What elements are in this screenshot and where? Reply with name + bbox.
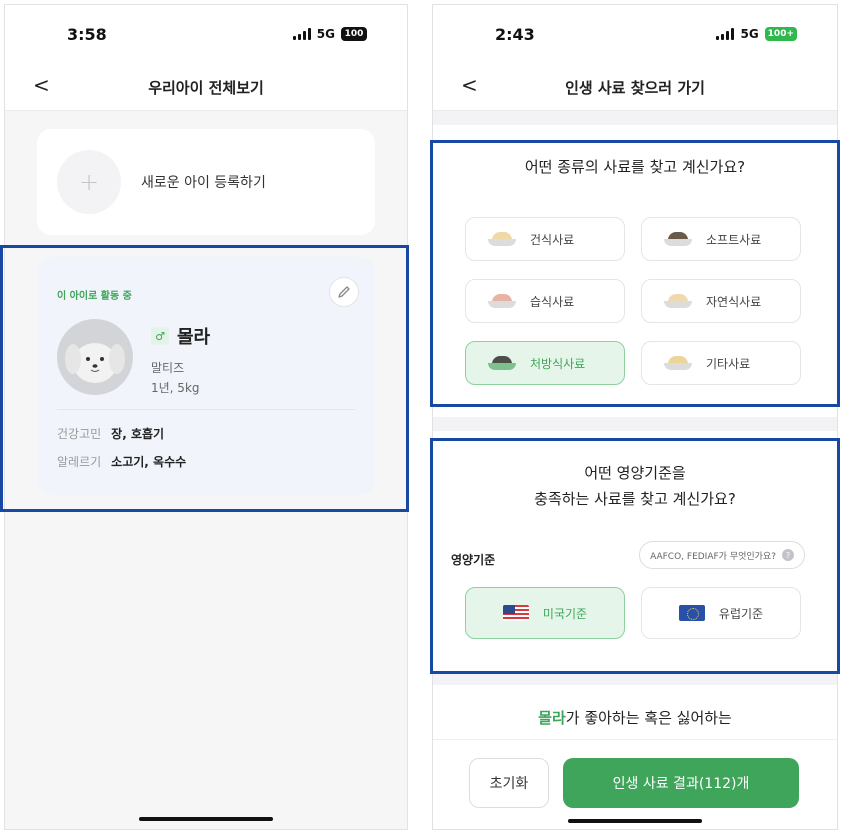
reset-button[interactable]: 초기화 xyxy=(469,758,549,808)
health-row: 건강고민 장, 호흡기 xyxy=(57,425,164,442)
plus-icon: + xyxy=(57,150,121,214)
divider xyxy=(57,409,355,410)
food-type-label: 자연식사료 xyxy=(706,294,762,309)
food-type-label: 소프트사료 xyxy=(706,232,762,247)
eu-standard-button[interactable]: 유럽기준 xyxy=(641,587,801,639)
dog-avatar xyxy=(57,319,133,395)
nutrition-question-line1: 어떤 영양기준을 xyxy=(584,464,686,482)
us-standard-button[interactable]: 미국기준 xyxy=(465,587,625,639)
male-gender-icon: ♂ xyxy=(151,327,169,345)
food-type-option[interactable]: 자연식사료 xyxy=(641,279,801,323)
us-standard-label: 미국기준 xyxy=(542,606,588,621)
battery-icon: 100+ xyxy=(764,27,797,41)
nav-bar: < 인생 사료 찾으러 가기 xyxy=(433,61,837,111)
help-text: AAFCO, FEDIAF가 무엇인가요? xyxy=(650,551,776,562)
food-type-label: 처방식사료 xyxy=(530,356,586,371)
status-indicators: 5G 100 xyxy=(292,27,367,41)
allergy-value: 소고기, 옥수수 xyxy=(111,455,187,469)
food-type-option[interactable]: 소프트사료 xyxy=(641,217,801,261)
allergy-label: 알레르기 xyxy=(57,455,102,469)
pet-age-weight: 1년, 5kg xyxy=(151,381,200,395)
show-results-button[interactable]: 인생 사료 결과(112)개 xyxy=(563,758,799,808)
eu-flag-icon xyxy=(678,605,705,621)
section-gap xyxy=(433,671,837,685)
status-bar: 3:58 5G 100 xyxy=(5,5,407,61)
battery-icon: 100 xyxy=(341,27,367,41)
bottom-action-bar: 초기화 인생 사료 결과(112)개 xyxy=(433,739,837,829)
food-type-option[interactable]: 습식사료 xyxy=(465,279,625,323)
status-indicators: 5G 100+ xyxy=(716,27,797,41)
pet-breed: 말티즈 xyxy=(151,361,185,375)
section-gap xyxy=(433,111,837,125)
question-icon: ? xyxy=(782,549,794,561)
nutrition-question-line2: 충족하는 사료를 찾고 계신가요? xyxy=(534,490,736,508)
nav-bar: < 우리아이 전체보기 xyxy=(5,61,407,111)
pet-list-screen: 3:58 5G 100 < 우리아이 전체보기 + 새로운 아이 등록하기 이 … xyxy=(4,4,408,830)
health-value: 장, 호흡기 xyxy=(111,427,165,441)
section-gap xyxy=(433,417,837,431)
food-bowl-icon xyxy=(488,294,516,308)
signal-icon xyxy=(716,28,735,40)
allergy-row: 알레르기 소고기, 옥수수 xyxy=(57,453,186,470)
eu-standard-label: 유럽기준 xyxy=(718,606,764,621)
register-pet-button[interactable]: + 새로운 아이 등록하기 xyxy=(37,129,375,235)
food-type-label: 습식사료 xyxy=(530,294,575,309)
home-indicator xyxy=(139,817,273,821)
food-bowl-icon xyxy=(488,232,516,246)
active-status-label: 이 아이로 활동 중 xyxy=(57,291,132,302)
food-bowl-icon xyxy=(664,294,692,308)
food-type-label: 기타사료 xyxy=(706,356,751,371)
pet-name: 몰라 xyxy=(177,327,211,348)
preference-text: 가 좋아하는 혹은 싫어하는 xyxy=(565,709,732,727)
register-pet-label: 새로운 아이 등록하기 xyxy=(141,175,266,191)
preference-pet-name: 몰라 xyxy=(538,709,566,727)
status-time: 3:58 xyxy=(67,25,107,44)
food-bowl-icon xyxy=(664,356,692,370)
network-label: 5G xyxy=(740,27,759,41)
pet-profile-card[interactable]: 이 아이로 활동 중 ♂ 몰라 말티즈 1년, 5kg 건강고민 장, 호흡기 xyxy=(37,257,375,495)
signal-icon xyxy=(292,28,311,40)
nutrition-help-button[interactable]: AAFCO, FEDIAF가 무엇인가요? ? xyxy=(639,541,805,569)
food-bowl-icon xyxy=(664,232,692,246)
preference-question: 몰라가 좋아하는 혹은 싫어하는 xyxy=(433,707,837,728)
page-title: 우리아이 전체보기 xyxy=(148,79,264,97)
food-type-question: 어떤 종류의 사료를 찾고 계신가요? xyxy=(524,158,746,176)
status-time: 2:43 xyxy=(495,25,535,44)
food-type-option[interactable]: 처방식사료 xyxy=(465,341,625,385)
food-type-label: 건식사료 xyxy=(530,232,575,247)
nutrition-standard-label: 영양기준 xyxy=(451,553,496,567)
status-bar: 2:43 5G 100+ xyxy=(433,5,837,61)
pencil-icon xyxy=(338,286,350,298)
edit-pencil-button[interactable] xyxy=(329,277,359,307)
health-label: 건강고민 xyxy=(57,427,102,441)
network-label: 5G xyxy=(316,27,335,41)
food-type-option[interactable]: 건식사료 xyxy=(465,217,625,261)
food-type-option[interactable]: 기타사료 xyxy=(641,341,801,385)
us-flag-icon xyxy=(502,605,529,621)
food-bowl-icon xyxy=(488,356,516,370)
page-title: 인생 사료 찾으러 가기 xyxy=(565,79,705,97)
food-finder-screen: 2:43 5G 100+ < 인생 사료 찾으러 가기 어떤 종류의 사료를 찾… xyxy=(432,4,838,830)
home-indicator xyxy=(568,819,702,823)
